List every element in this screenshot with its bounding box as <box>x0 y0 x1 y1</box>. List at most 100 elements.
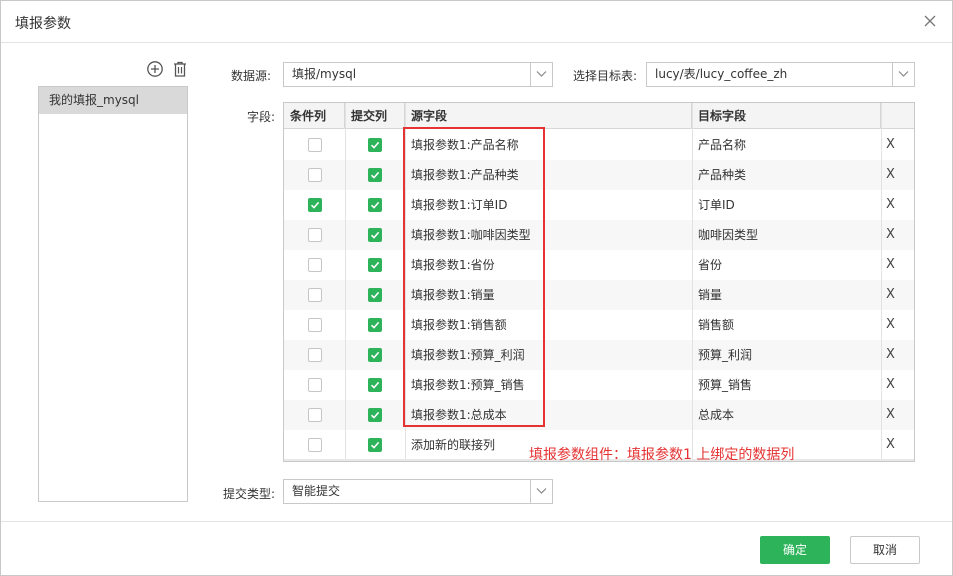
submit-checkbox[interactable] <box>368 378 382 392</box>
datasource-value: 填报/mysql <box>292 67 357 81</box>
table-row: 填报参数1:省份 省份 X <box>284 250 914 280</box>
delete-row-button[interactable]: X <box>886 130 895 160</box>
column-divider <box>881 103 882 461</box>
submit-type-dropdown-toggle[interactable] <box>530 480 552 503</box>
checkmark-icon <box>370 201 380 209</box>
submit-checkbox[interactable] <box>368 438 382 452</box>
ok-button[interactable]: 确定 <box>760 536 830 564</box>
condition-checkbox[interactable] <box>308 168 322 182</box>
condition-checkbox[interactable] <box>308 258 322 272</box>
condition-checkbox[interactable] <box>308 138 322 152</box>
table-row: 填报参数1:销量 销量 X <box>284 280 914 310</box>
delete-button[interactable] <box>171 60 189 78</box>
table-row: 填报参数1:预算_利润 预算_利润 X <box>284 340 914 370</box>
checkmark-icon <box>370 261 380 269</box>
dialog-titlebar: 填报参数 <box>1 1 952 43</box>
delete-row-button[interactable]: X <box>886 370 895 400</box>
condition-checkbox[interactable] <box>308 348 322 362</box>
datasource-label: 数据源: <box>231 69 272 83</box>
cancel-button[interactable]: 取消 <box>850 536 920 564</box>
delete-row-button[interactable]: X <box>886 250 895 280</box>
fields-label: 字段: <box>247 110 276 124</box>
submit-type-select[interactable]: 智能提交 <box>283 479 553 504</box>
table-row: 填报参数1:产品名称 产品名称 X <box>284 130 914 160</box>
column-divider <box>692 103 693 461</box>
table-row: 填报参数1:销售额 销售额 X <box>284 310 914 340</box>
delete-row-button[interactable]: X <box>886 190 895 220</box>
checkmark-icon <box>370 231 380 239</box>
target-field-cell[interactable]: 咖啡因类型 <box>692 220 881 250</box>
checkmark-icon <box>370 291 380 299</box>
add-button[interactable] <box>146 60 164 78</box>
checkmark-icon <box>370 171 380 179</box>
condition-checkbox[interactable] <box>308 378 322 392</box>
condition-checkbox[interactable] <box>308 228 322 242</box>
field-mapping-table: 条件列 提交列 源字段 目标字段 填报参数1:产品名称 产品名称 X 填报参数1:产品… <box>283 102 915 462</box>
submit-type-label: 提交类型: <box>223 487 276 501</box>
fill-param-list: 我的填报_mysql <box>38 86 188 502</box>
delete-row-button[interactable]: X <box>886 220 895 250</box>
target-field-cell[interactable]: 省份 <box>692 250 881 280</box>
delete-row-button[interactable]: X <box>886 340 895 370</box>
delete-row-button[interactable]: X <box>886 400 895 430</box>
condition-checkbox[interactable] <box>308 438 322 452</box>
submit-checkbox[interactable] <box>368 408 382 422</box>
submit-checkbox[interactable] <box>368 198 382 212</box>
delete-row-button[interactable]: X <box>886 310 895 340</box>
chevron-down-icon <box>536 488 547 494</box>
submit-checkbox[interactable] <box>368 258 382 272</box>
header-submit-column: 提交列 <box>345 103 405 129</box>
submit-checkbox[interactable] <box>368 228 382 242</box>
table-row: 填报参数1:产品种类 产品种类 X <box>284 160 914 190</box>
list-item-my-fill-mysql[interactable]: 我的填报_mysql <box>39 87 187 114</box>
datasource-dropdown-toggle[interactable] <box>530 63 552 86</box>
target-field-cell[interactable]: 产品名称 <box>692 130 881 160</box>
table-row: 填报参数1:订单ID 订单ID X <box>284 190 914 220</box>
source-field-cell[interactable]: 填报参数1:产品种类 <box>405 160 692 190</box>
target-field-cell[interactable]: 销售额 <box>692 310 881 340</box>
close-icon <box>924 15 936 27</box>
delete-row-button[interactable]: X <box>886 430 895 460</box>
checkmark-icon <box>370 441 380 449</box>
submit-checkbox[interactable] <box>368 318 382 332</box>
condition-checkbox[interactable] <box>308 408 322 422</box>
source-field-cell[interactable]: 填报参数1:咖啡因类型 <box>405 220 692 250</box>
header-source-field: 源字段 <box>405 103 692 129</box>
condition-checkbox[interactable] <box>308 198 322 212</box>
annotation-text: 填报参数组件：填报参数1 上绑定的数据列 <box>529 447 795 463</box>
source-field-cell[interactable]: 填报参数1:预算_销售 <box>405 370 692 400</box>
submit-checkbox[interactable] <box>368 348 382 362</box>
source-field-cell[interactable]: 填报参数1:销售额 <box>405 310 692 340</box>
target-field-cell[interactable]: 订单ID <box>692 190 881 220</box>
target-table-dropdown-toggle[interactable] <box>892 63 914 86</box>
submit-checkbox[interactable] <box>368 168 382 182</box>
column-divider <box>345 103 346 461</box>
table-header: 条件列 提交列 源字段 目标字段 <box>284 103 914 129</box>
target-field-cell[interactable]: 销量 <box>692 280 881 310</box>
dialog-title: 填报参数 <box>15 16 71 32</box>
condition-checkbox[interactable] <box>308 318 322 332</box>
datasource-select[interactable]: 填报/mysql <box>283 62 553 87</box>
target-field-cell[interactable]: 预算_利润 <box>692 340 881 370</box>
trash-icon <box>174 61 186 77</box>
source-field-cell[interactable]: 填报参数1:产品名称 <box>405 130 692 160</box>
target-table-value: lucy/表/lucy_coffee_zh <box>655 67 788 81</box>
source-field-cell[interactable]: 填报参数1:总成本 <box>405 400 692 430</box>
target-field-cell[interactable]: 产品种类 <box>692 160 881 190</box>
target-field-cell[interactable]: 预算_销售 <box>692 370 881 400</box>
submit-checkbox[interactable] <box>368 138 382 152</box>
source-field-cell[interactable]: 填报参数1:销量 <box>405 280 692 310</box>
condition-checkbox[interactable] <box>308 288 322 302</box>
delete-row-button[interactable]: X <box>886 160 895 190</box>
target-field-cell[interactable]: 总成本 <box>692 400 881 430</box>
close-button[interactable] <box>920 11 940 31</box>
source-field-cell[interactable]: 填报参数1:预算_利润 <box>405 340 692 370</box>
submit-checkbox[interactable] <box>368 288 382 302</box>
delete-row-button[interactable]: X <box>886 280 895 310</box>
source-field-cell[interactable]: 填报参数1:省份 <box>405 250 692 280</box>
column-divider <box>405 103 406 461</box>
source-field-cell[interactable]: 填报参数1:订单ID <box>405 190 692 220</box>
footer-divider <box>1 521 952 522</box>
checkmark-icon <box>370 381 380 389</box>
target-table-select[interactable]: lucy/表/lucy_coffee_zh <box>646 62 915 87</box>
